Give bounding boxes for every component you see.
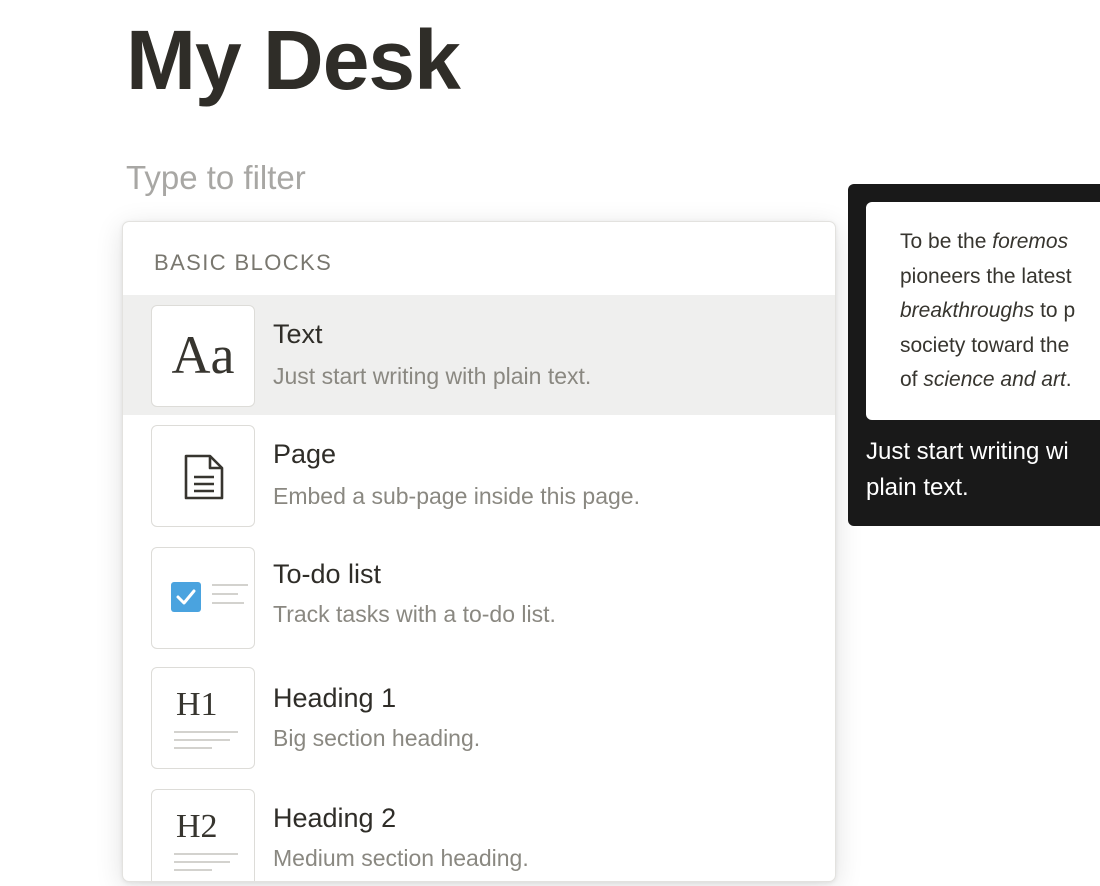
block-preview-tooltip: To be the foremos pioneers the latest br… xyxy=(848,184,1100,526)
menu-item-title: Heading 1 xyxy=(273,683,397,713)
thumb-line xyxy=(174,869,212,871)
heading1-icon: H1 xyxy=(151,667,255,769)
menu-item-text[interactable]: Aa Text Just start writing with plain te… xyxy=(123,295,835,415)
menu-item-title: To-do list xyxy=(273,559,382,589)
preview-line: pioneers the latest xyxy=(900,265,1072,288)
thumb-line xyxy=(174,861,230,863)
menu-item-heading-1[interactable]: H1 Heading 1 Big section heading. xyxy=(123,655,835,775)
preview-line: of science and art. xyxy=(900,368,1072,391)
preview-caption: Just start writing wi xyxy=(866,438,1069,465)
text-aa-icon: Aa xyxy=(151,305,255,407)
page-title: My Desk xyxy=(126,13,461,107)
menu-item-heading-2[interactable]: H2 Heading 2 Medium section heading. xyxy=(123,775,835,881)
thumb-line xyxy=(174,853,238,855)
preview-line: To be the foremos xyxy=(900,230,1069,253)
menu-item-description: Medium section heading. xyxy=(273,845,529,871)
menu-item-description: Embed a sub-page inside this page. xyxy=(273,483,640,509)
thumb-h1-text: H1 xyxy=(176,686,218,723)
thumb-line xyxy=(174,747,212,749)
section-label-basic-blocks: BASIC BLOCKS xyxy=(154,250,333,275)
preview-line: breakthroughs to p xyxy=(900,299,1076,322)
filter-input[interactable]: Type to filter xyxy=(126,158,306,198)
heading2-icon: H2 xyxy=(151,789,255,881)
menu-item-title: Heading 2 xyxy=(273,803,397,833)
page-icon-svg xyxy=(184,454,224,500)
menu-item-description: Track tasks with a to-do list. xyxy=(273,601,556,627)
todo-icon-svg xyxy=(171,582,248,612)
thumb-h2-text: H2 xyxy=(176,808,218,845)
thumb-aa-text: Aa xyxy=(171,325,235,385)
preview-line: society toward the xyxy=(900,334,1070,357)
thumb-line xyxy=(174,739,230,741)
todo-checkbox-icon xyxy=(151,547,255,649)
menu-item-description: Big section heading. xyxy=(273,725,481,751)
thumb-line xyxy=(174,731,238,733)
block-menu: BASIC BLOCKS Aa Text Just start writing … xyxy=(122,221,836,882)
menu-item-page[interactable]: Page Embed a sub-page inside this page. xyxy=(123,415,835,535)
preview-caption: plain text. xyxy=(866,474,969,501)
preview-card: To be the foremos pioneers the latest br… xyxy=(866,202,1100,420)
menu-item-todo-list[interactable]: To-do list Track tasks with a to-do list… xyxy=(123,535,835,655)
menu-item-title: Page xyxy=(273,439,337,469)
page-icon xyxy=(151,425,255,527)
menu-item-description: Just start writing with plain text. xyxy=(273,363,592,389)
menu-item-title: Text xyxy=(273,319,323,349)
